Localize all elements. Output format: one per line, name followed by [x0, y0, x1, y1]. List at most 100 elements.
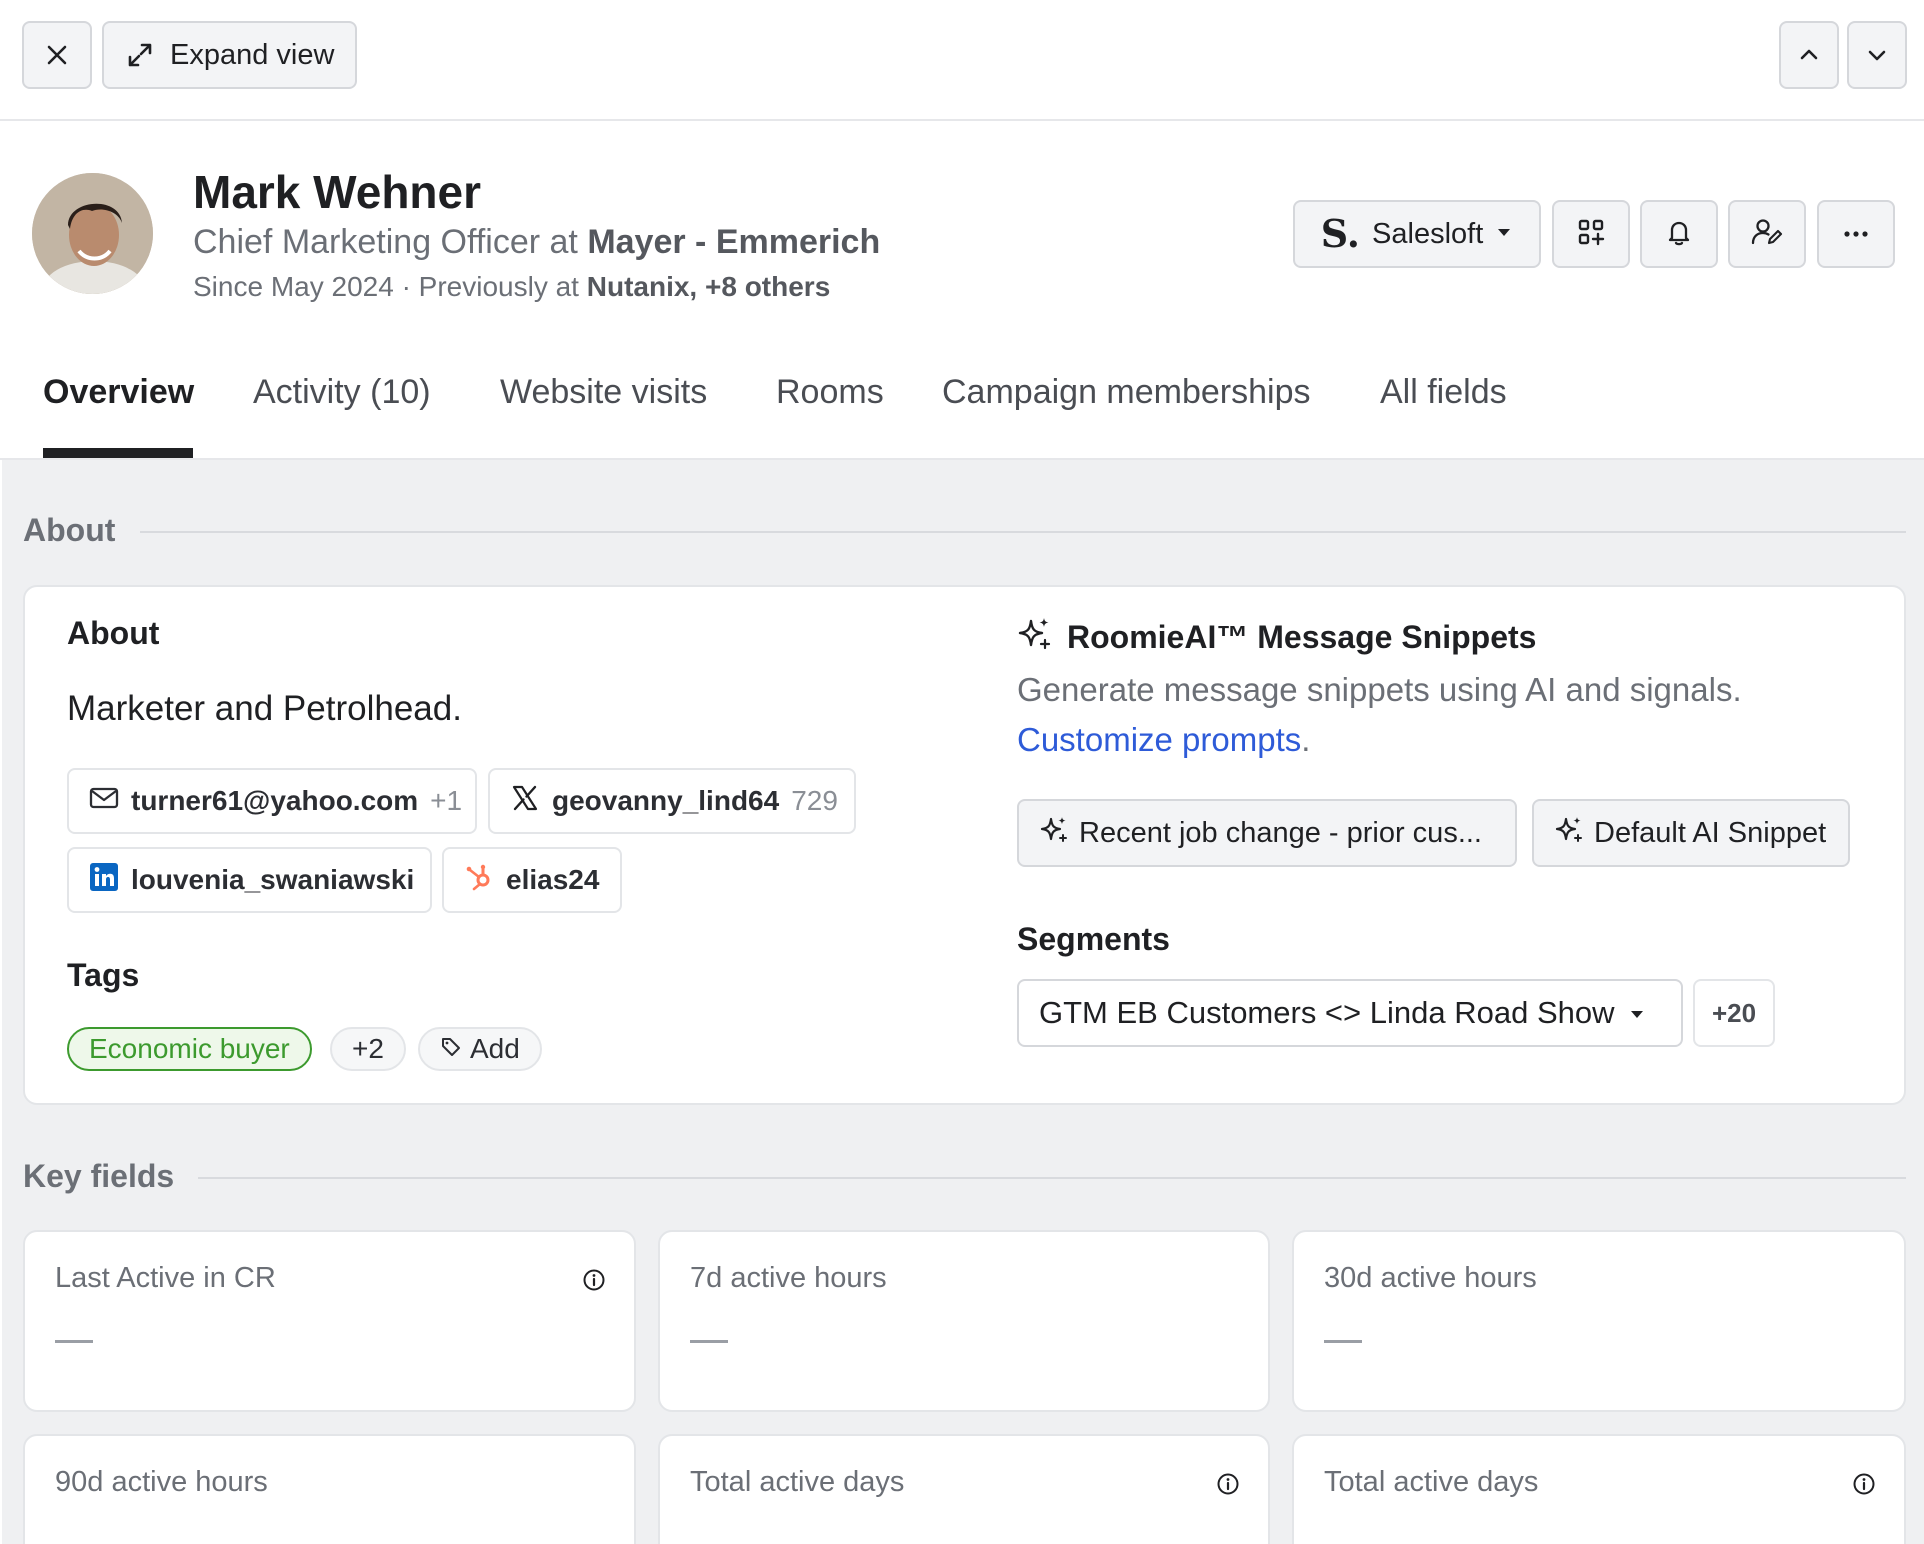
- tab-campaign-memberships[interactable]: Campaign memberships: [942, 372, 1311, 412]
- segment-select[interactable]: GTM EB Customers <> Linda Road Show: [1017, 979, 1683, 1047]
- key-fields-section-heading: Key fields: [23, 1158, 175, 1194]
- twitter-count: 729: [791, 785, 838, 816]
- about-bio: Marketer and Petrolhead.: [67, 689, 462, 728]
- tab-activity[interactable]: Activity (10): [253, 372, 431, 412]
- hubspot-icon: [464, 862, 494, 899]
- about-card: About Marketer and Petrolhead. turner61@…: [23, 585, 1906, 1105]
- tags-more-button[interactable]: +2: [330, 1027, 406, 1071]
- segments-more-button[interactable]: +20: [1693, 979, 1775, 1047]
- more-dots-icon: [1843, 225, 1869, 243]
- expand-view-label: Expand view: [170, 38, 335, 71]
- about-card-title: About: [67, 615, 160, 651]
- notifications-button[interactable]: [1640, 200, 1718, 268]
- person-previous-companies[interactable]: Nutanix, +8 others: [587, 271, 831, 302]
- sparkle-icon: [1554, 814, 1584, 852]
- tab-rooms[interactable]: Rooms: [776, 372, 884, 412]
- active-tab-indicator: [43, 448, 193, 458]
- tab-all-fields[interactable]: All fields: [1380, 372, 1507, 412]
- key-field-empty-value: [690, 1340, 728, 1343]
- crm-dropdown-button[interactable]: S. Salesloft: [1293, 200, 1541, 268]
- twitter-handle: geovanny_lind64: [552, 785, 780, 816]
- key-field-card: Last Active in CR: [23, 1230, 636, 1412]
- twitter-chip[interactable]: geovanny_lind64 729: [488, 768, 856, 834]
- segment-select-value: GTM EB Customers <> Linda Road Show: [1039, 995, 1615, 1030]
- caret-down-icon: [1495, 223, 1513, 246]
- hubspot-handle: elias24: [506, 864, 600, 895]
- more-actions-button[interactable]: [1817, 200, 1895, 268]
- email-value: turner61@yahoo.com: [131, 785, 419, 816]
- assign-owner-button[interactable]: [1728, 200, 1806, 268]
- key-field-label: 30d active hours: [1324, 1262, 1537, 1294]
- linkedin-icon: [89, 862, 119, 899]
- linkedin-chip[interactable]: louvenia_swaniawski: [67, 847, 432, 913]
- person-role: Chief Marketing Officer: [193, 223, 541, 261]
- add-tag-button[interactable]: Add: [418, 1027, 542, 1071]
- tab-website-visits[interactable]: Website visits: [500, 372, 707, 412]
- segments-title: Segments: [1017, 921, 1170, 957]
- sparkle-icon: [1039, 814, 1069, 852]
- ai-link-period: .: [1301, 721, 1311, 758]
- chevron-down-icon: [1865, 43, 1889, 67]
- tag-economic-buyer[interactable]: Economic buyer: [67, 1027, 312, 1071]
- snippet-recent-job-change-button[interactable]: Recent job change - prior cus...: [1017, 799, 1517, 867]
- key-fields-section-divider: [198, 1177, 1906, 1179]
- person-since: Since May 2024 · Previously at: [193, 271, 579, 302]
- linkedin-handle: louvenia_swaniawski: [131, 864, 415, 895]
- about-section-heading: About: [23, 512, 116, 548]
- key-field-card: Total active days: [1292, 1434, 1906, 1544]
- ai-snippets-title: RoomieAI™ Message Snippets: [1017, 615, 1536, 659]
- tab-bar: Overview Activity (10) Website visits Ro…: [0, 350, 1924, 460]
- person-history: Since May 2024 · Previously at Nutanix, …: [193, 270, 830, 304]
- panel-topbar: Expand view: [0, 0, 1924, 121]
- ai-description-text: Generate message snippets using AI and s…: [1017, 671, 1742, 708]
- tags-title: Tags: [67, 957, 140, 993]
- snippet-default-ai-button[interactable]: Default AI Snippet: [1532, 799, 1850, 867]
- salesloft-logo-icon: S.: [1320, 211, 1361, 256]
- previous-record-button[interactable]: [1779, 21, 1839, 89]
- ai-snippets-description: Generate message snippets using AI and s…: [1017, 665, 1857, 765]
- ai-snippets-title-text: RoomieAI™ Message Snippets: [1067, 618, 1537, 655]
- key-field-label: Last Active in CR: [55, 1262, 276, 1294]
- snippet-recent-job-change-label: Recent job change - prior cus...: [1079, 816, 1482, 849]
- add-tag-label: Add: [470, 1033, 520, 1064]
- person-name: Mark Wehner: [193, 166, 482, 218]
- key-field-card: 30d active hours: [1292, 1230, 1906, 1412]
- content-area: About About Marketer and Petrolhead. tur…: [2, 460, 1924, 1544]
- person-at: at: [549, 223, 578, 261]
- info-icon[interactable]: [1852, 1472, 1876, 1501]
- hubspot-chip[interactable]: elias24: [442, 847, 622, 913]
- person-title: Chief Marketing Officer at Mayer - Emmer…: [193, 222, 880, 262]
- sparkle-icon: [1017, 615, 1053, 659]
- person-company[interactable]: Mayer - Emmerich: [587, 223, 880, 261]
- x-logo-icon: [510, 783, 540, 820]
- email-extra-count: +1: [430, 785, 463, 816]
- crm-label: Salesloft: [1372, 217, 1484, 250]
- close-icon: [45, 43, 69, 67]
- mail-icon: [89, 785, 119, 817]
- caret-down-icon: [1628, 995, 1646, 1031]
- user-edit-icon: [1750, 217, 1784, 252]
- email-chip[interactable]: turner61@yahoo.com +1: [67, 768, 477, 834]
- expand-icon: [124, 39, 156, 71]
- customize-prompts-link[interactable]: Customize prompts: [1017, 721, 1301, 758]
- about-section-divider: [140, 531, 1906, 533]
- tab-overview[interactable]: Overview: [43, 372, 194, 412]
- key-field-card: 7d active hours: [658, 1230, 1270, 1412]
- key-field-card: 90d active hours: [23, 1434, 636, 1544]
- key-field-empty-value: [1324, 1340, 1362, 1343]
- key-field-empty-value: [55, 1340, 93, 1343]
- bell-icon: [1664, 217, 1694, 252]
- key-field-label: Total active days: [690, 1466, 905, 1498]
- tag-icon: [440, 1033, 462, 1065]
- close-button[interactable]: [22, 21, 92, 89]
- expand-view-button[interactable]: Expand view: [102, 21, 357, 89]
- key-field-label: 90d active hours: [55, 1466, 268, 1498]
- next-record-button[interactable]: [1847, 21, 1907, 89]
- avatar: [32, 173, 153, 294]
- chevron-up-icon: [1797, 43, 1821, 67]
- add-widget-button[interactable]: [1552, 200, 1630, 268]
- key-field-label: Total active days: [1324, 1466, 1539, 1498]
- key-field-card: Total active days: [658, 1434, 1270, 1544]
- info-icon[interactable]: [582, 1268, 606, 1297]
- info-icon[interactable]: [1216, 1472, 1240, 1501]
